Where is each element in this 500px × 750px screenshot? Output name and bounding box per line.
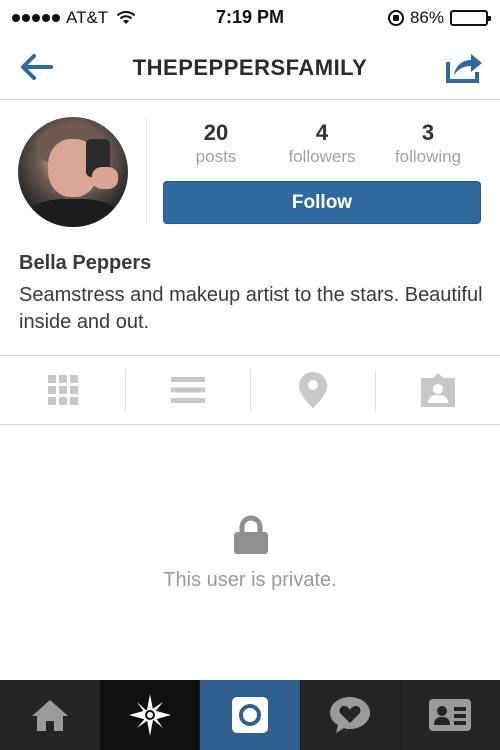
status-bar: AT&T 7:19 PM 86%: [0, 0, 500, 36]
view-toggle-bar: [0, 355, 500, 425]
profile-stats: 20 posts 4 followers 3 following: [163, 120, 481, 172]
stat-label: posts: [195, 147, 237, 166]
stat-label: following: [394, 147, 462, 166]
grid-view-toggle[interactable]: [0, 356, 125, 424]
grid-icon: [47, 375, 78, 405]
tab-profile[interactable]: [401, 680, 500, 750]
list-view-toggle[interactable]: [125, 356, 250, 424]
profile-name: Bella Peppers: [19, 252, 152, 274]
stat-value: 3: [421, 120, 435, 145]
tab-camera[interactable]: [200, 680, 301, 750]
stat-followers[interactable]: 4 followers: [269, 120, 375, 172]
activity-icon: [330, 697, 371, 733]
tab-home[interactable]: [0, 680, 101, 750]
camera-icon: [232, 697, 268, 733]
nav-header: THEPEPPERSFAMILY: [0, 36, 500, 100]
tagged-photos-icon: [420, 373, 455, 407]
profile-divider: [146, 118, 147, 224]
location-pin-icon: [298, 372, 327, 408]
lock-icon: [234, 515, 268, 554]
stat-following[interactable]: 3 following: [375, 120, 481, 172]
follow-button[interactable]: Follow: [163, 181, 481, 224]
profile-bio: Seamstress and makeup artist to the star…: [19, 284, 483, 333]
avatar[interactable]: [18, 117, 128, 227]
stat-value: 4: [315, 120, 329, 145]
private-message: This user is private.: [163, 569, 337, 591]
explore-icon: [128, 694, 171, 736]
tab-explore[interactable]: [100, 680, 201, 750]
page-title: THEPEPPERSFAMILY: [132, 55, 368, 80]
tab-bar: [0, 680, 500, 750]
stat-label: followers: [288, 147, 356, 166]
share-icon[interactable]: [444, 50, 484, 84]
tagged-view-toggle[interactable]: [375, 356, 500, 424]
tab-activity[interactable]: [301, 680, 401, 750]
rotation-lock-icon: [387, 10, 404, 26]
status-right: 86%: [387, 8, 491, 28]
stat-value: 20: [203, 120, 229, 145]
home-icon: [31, 700, 68, 731]
stat-posts[interactable]: 20 posts: [163, 120, 269, 172]
profile-icon: [429, 699, 472, 731]
list-icon: [170, 377, 205, 403]
map-view-toggle[interactable]: [250, 356, 375, 424]
battery-percent: 86%: [409, 8, 444, 27]
battery-icon: [450, 10, 491, 26]
